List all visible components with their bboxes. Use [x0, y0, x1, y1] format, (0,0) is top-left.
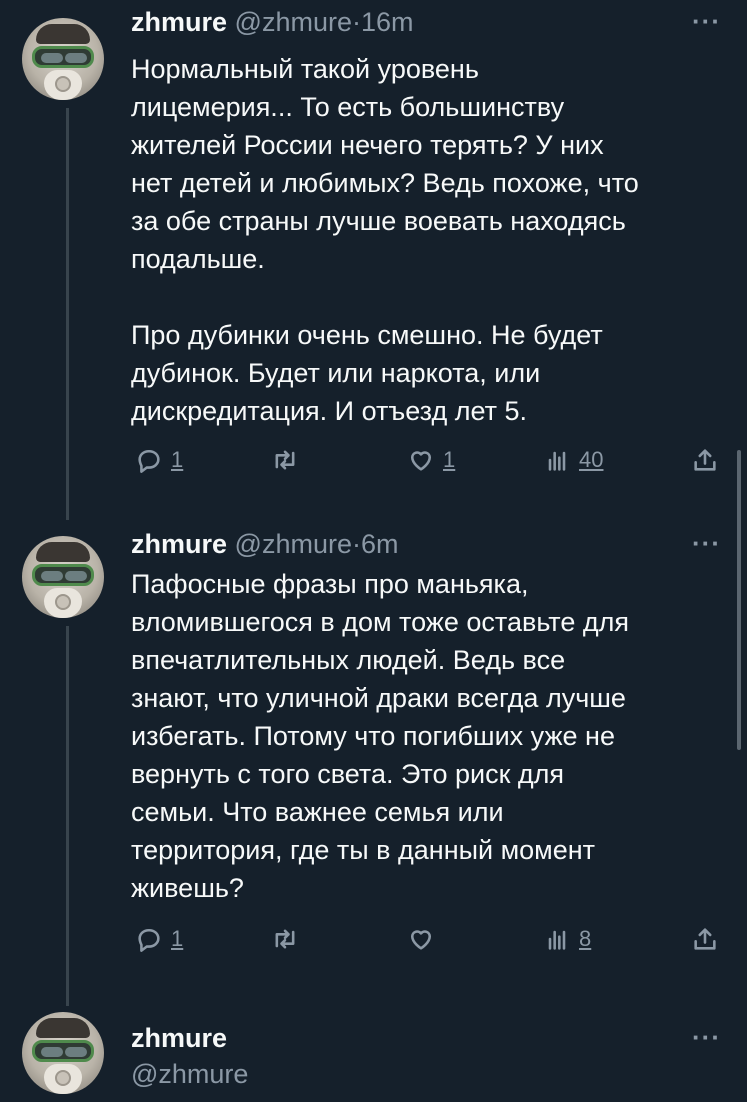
- share-icon: [694, 928, 716, 950]
- display-name[interactable]: zhmure: [131, 1023, 227, 1053]
- composer-handle: @zhmure: [131, 1058, 248, 1090]
- retweet-icon: [275, 929, 295, 949]
- display-name[interactable]: zhmure: [131, 529, 227, 559]
- views-count: 40: [579, 447, 604, 472]
- reply-button[interactable]: 1: [135, 925, 183, 953]
- scrollbar[interactable]: [737, 450, 741, 750]
- views-button[interactable]: 8: [543, 925, 591, 953]
- like-button[interactable]: [407, 925, 443, 953]
- display-name[interactable]: zhmure: [131, 7, 227, 37]
- tweet-header: zhmure @zhmure·16m: [131, 6, 414, 38]
- retweet-button[interactable]: [271, 446, 307, 474]
- timestamp[interactable]: 16m: [361, 7, 414, 37]
- thread-line: [66, 626, 69, 1006]
- views-button[interactable]: 40: [543, 446, 603, 474]
- reply-button[interactable]: 1: [135, 446, 183, 474]
- like-count: 1: [443, 447, 456, 472]
- like-button[interactable]: 1: [407, 446, 455, 474]
- separator-dot: ·: [352, 7, 361, 37]
- tweet-text: Нормальный такой уровень лицемерия... То…: [131, 54, 639, 426]
- user-handle[interactable]: @zhmure: [235, 7, 352, 37]
- reply-count: 1: [171, 926, 184, 951]
- reply-count: 1: [171, 447, 184, 472]
- views-icon: [548, 930, 566, 950]
- avatar[interactable]: [22, 1012, 104, 1094]
- avatar[interactable]: [22, 536, 104, 618]
- tweet-actions: 1 1 40: [131, 446, 731, 486]
- reply-icon: [138, 449, 160, 473]
- reply-icon: [138, 928, 160, 952]
- thread-line: [66, 108, 69, 520]
- more-options-icon[interactable]: ···: [692, 1022, 721, 1053]
- retweet-icon: [275, 450, 295, 470]
- like-icon: [410, 930, 432, 950]
- views-icon: [548, 451, 566, 471]
- tweet-header: zhmure @zhmure·6m: [131, 528, 399, 560]
- share-icon: [694, 449, 716, 471]
- separator-dot: ·: [352, 529, 361, 559]
- user-handle[interactable]: @zhmure: [131, 1059, 248, 1089]
- retweet-button[interactable]: [271, 925, 307, 953]
- tweet-text: Пафосные фразы про маньяка, вломившегося…: [131, 569, 629, 903]
- more-options-icon[interactable]: ···: [692, 6, 721, 37]
- tweet-actions: 1 8: [131, 925, 731, 965]
- share-button[interactable]: [691, 446, 719, 474]
- avatar[interactable]: [22, 18, 104, 100]
- timestamp[interactable]: 6m: [361, 529, 399, 559]
- share-button[interactable]: [691, 925, 719, 953]
- more-options-icon[interactable]: ···: [692, 528, 721, 559]
- views-count: 8: [579, 926, 592, 951]
- like-icon: [410, 451, 432, 471]
- user-handle[interactable]: @zhmure: [235, 529, 352, 559]
- composer-name: zhmure: [131, 1022, 227, 1054]
